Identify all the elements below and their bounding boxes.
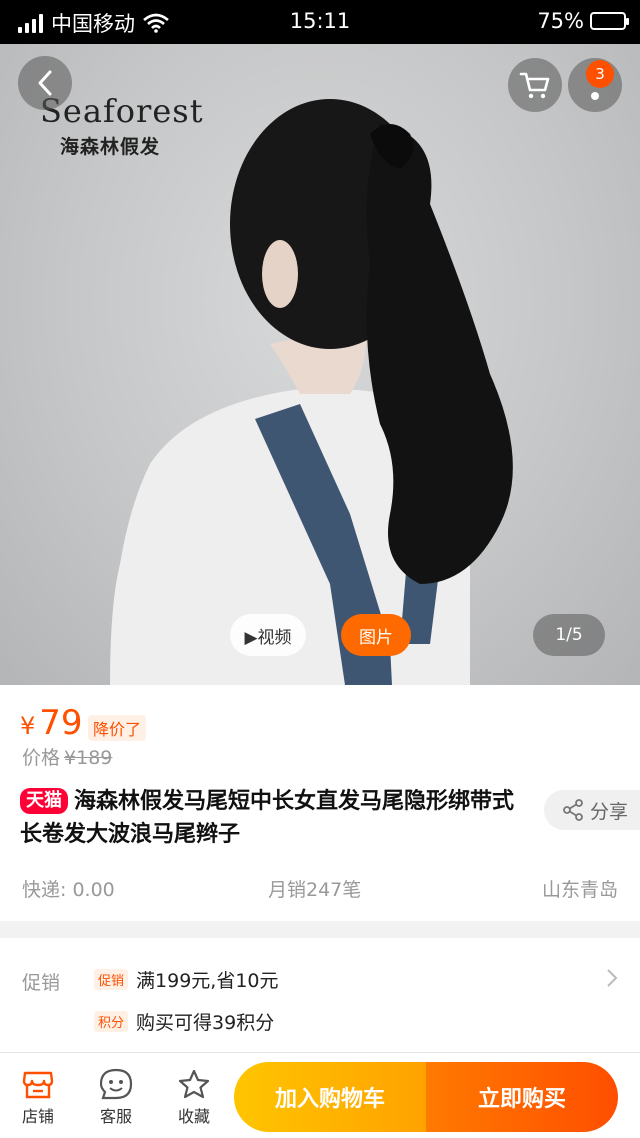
shipping-fee: 快递: 0.00 <box>22 879 115 901</box>
original-price-label: 价格 <box>22 747 61 769</box>
points-chip: 积分 <box>94 1011 129 1032</box>
favorite-label: 收藏 <box>177 1107 210 1126</box>
promotion-label: 促销 <box>22 972 61 994</box>
price-drop-badge: 降价了 <box>88 715 147 741</box>
image-counter: 1/5 <box>533 614 605 656</box>
brand-watermark: Seaforest 海森林假发 <box>40 92 204 159</box>
video-tab[interactable]: ▶视频 <box>230 614 306 656</box>
product-image-carousel[interactable]: Seaforest 海森林假发 3 ▶视频 图片 1/5 <box>0 44 640 685</box>
share-button[interactable]: 分享 <box>544 790 640 830</box>
ship-from-location: 山东青岛 <box>541 879 618 901</box>
tmall-badge: 天猫 <box>20 788 68 814</box>
status-bar: 中国移动 15:11 75% <box>0 0 640 44</box>
add-to-cart-button[interactable]: 加入购物车 <box>234 1062 426 1132</box>
back-button[interactable] <box>18 56 72 110</box>
star-icon <box>178 1069 210 1099</box>
promotion-chip: 促销 <box>94 969 129 990</box>
points-text: 购买可得39积分 <box>136 1012 275 1034</box>
favorite-tab[interactable]: 收藏 <box>164 1065 224 1127</box>
original-price: 价格 ¥189 <box>22 743 112 770</box>
photo-tab[interactable]: 图片 <box>341 614 411 656</box>
store-label: 店铺 <box>21 1107 54 1126</box>
buy-now-button[interactable]: 立即购买 <box>426 1062 618 1132</box>
share-icon <box>563 799 583 821</box>
store-icon <box>22 1071 54 1099</box>
promotion-section[interactable]: 促销 促销 满199元,省10元 积分 购买可得39积分 <box>0 938 640 1052</box>
cart-icon <box>519 72 550 99</box>
more-dot-icon <box>591 92 599 100</box>
product-title: 天猫 海森林假发马尾短中长女直发马尾隐形绑带式长卷发大波浪马尾辫子 <box>20 785 530 851</box>
price-value: 79 <box>39 703 83 743</box>
battery-icon <box>590 12 629 30</box>
bottom-action-bar: 店铺 客服 收藏 加入购物车 立即购买 <box>0 1052 640 1138</box>
brand-name-cn: 海森林假发 <box>60 136 161 158</box>
chevron-right-icon <box>607 969 618 987</box>
promotion-text: 满199元,省10元 <box>136 970 279 992</box>
current-price: ¥ 79 <box>20 703 83 743</box>
cart-button[interactable] <box>508 58 562 112</box>
battery-percent: 75% <box>537 9 584 33</box>
currency-symbol: ¥ <box>20 712 36 740</box>
store-tab[interactable]: 店铺 <box>8 1065 68 1127</box>
product-title-text: 海森林假发马尾短中长女直发马尾隐形绑带式长卷发大波浪马尾辫子 <box>20 789 515 847</box>
monthly-sales: 月销247笔 <box>268 879 362 901</box>
smiley-chat-icon <box>99 1068 133 1100</box>
original-price-value: ¥189 <box>64 747 113 769</box>
customer-service-tab[interactable]: 客服 <box>86 1065 146 1127</box>
points-item: 积分 购买可得39积分 <box>94 1008 274 1035</box>
product-info-card: ¥ 79 降价了 价格 ¥189 天猫 海森林假发马尾短中长女直发马尾隐形绑带式长卷… <box>0 685 640 921</box>
cart-count-badge: 3 <box>586 60 614 88</box>
promotion-item: 促销 满199元,省10元 <box>94 966 279 993</box>
share-label: 分享 <box>590 800 629 823</box>
chevron-left-icon <box>38 70 52 96</box>
customer-service-label: 客服 <box>99 1107 132 1126</box>
